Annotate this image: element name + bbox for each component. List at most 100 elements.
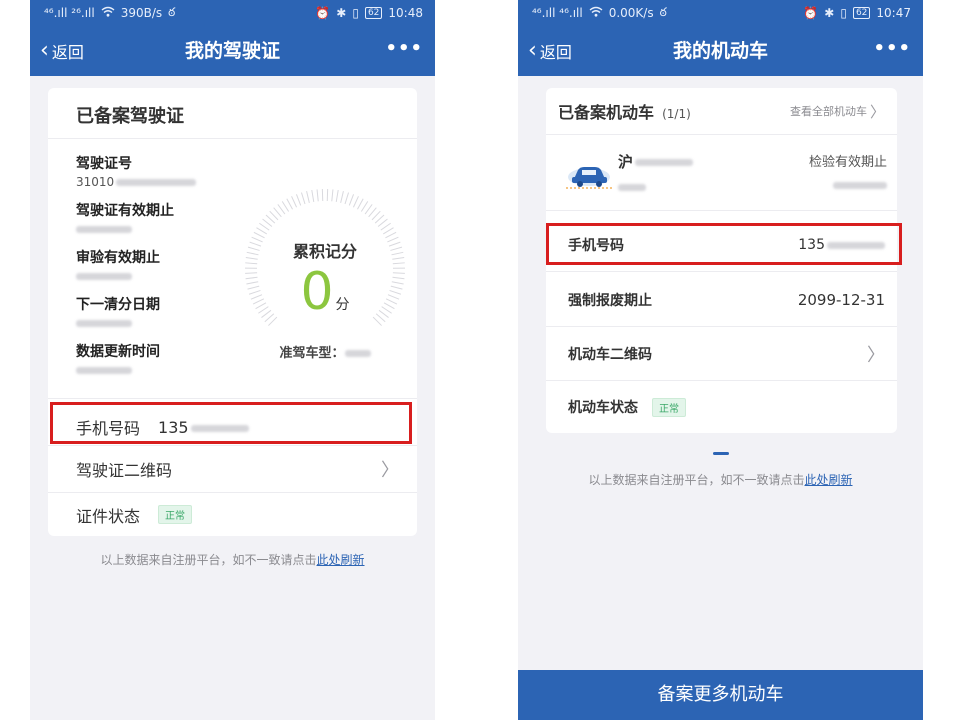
vehicle-item[interactable]: 沪 检验有效期止 <box>546 135 897 209</box>
vehicle-type: 准驾车型： <box>240 342 410 361</box>
phone-number-row[interactable]: 手机号码 135 <box>546 221 897 269</box>
battery-icon: 62 <box>364 7 383 19</box>
gauge-tick <box>256 227 268 235</box>
points-value: 0 <box>300 262 334 322</box>
view-all-vehicles-link[interactable]: 查看全部机动车〉 <box>790 101 885 122</box>
points-display: 0分 <box>240 260 410 324</box>
gauge-tick <box>300 192 306 205</box>
scrap-deadline-label: 强制报废期止 <box>568 293 652 309</box>
gauge-tick <box>331 189 334 202</box>
vehicle-status-label: 机动车状态 <box>568 400 638 416</box>
signal-icon: ⁴⁶.ıll ²⁶.ıll <box>44 6 95 20</box>
phone-number-value: 135 <box>158 418 249 437</box>
register-more-vehicles-button[interactable]: 备案更多机动车 <box>518 670 923 720</box>
back-button[interactable]: ‹ 返回 <box>528 26 572 76</box>
gauge-tick <box>340 191 344 203</box>
chevron-right-icon: 〉 <box>869 102 885 121</box>
gauge-tick <box>371 210 381 221</box>
gauge-tick <box>262 218 273 227</box>
divider <box>48 138 417 139</box>
bluetooth-icon: ✱ <box>824 6 835 20</box>
page-title: 我的驾驶证 <box>184 40 280 62</box>
nav-bar: ‹ 返回 我的驾驶证 ••• <box>30 26 435 76</box>
vehicle-card: 已备案机动车 (1/1) 查看全部机动车〉 沪 检验有效期止 手机号码 135 … <box>546 88 897 433</box>
refresh-link[interactable]: 此处刷新 <box>317 553 365 567</box>
page-indicator <box>713 452 729 455</box>
chevron-right-icon: 〉 <box>867 344 885 366</box>
gauge-tick <box>380 222 391 231</box>
vehicle-model <box>618 177 646 196</box>
points-unit: 分 <box>335 297 350 313</box>
license-expiry-label: 驾驶证有效期止 <box>76 203 174 219</box>
scrap-deadline-row: 强制报废期止 2099-12-31 <box>546 274 897 326</box>
status-bar: ⁴⁶.ıll ⁴⁶.ıll 0.00K/s ఠ ⏰ ✱ ▯ 62 10:47 <box>518 0 923 26</box>
gauge-tick <box>311 190 315 203</box>
phone-screen-vehicles: ⁴⁶.ıll ⁴⁶.ıll 0.00K/s ఠ ⏰ ✱ ▯ 62 10:47 ‹… <box>518 0 923 720</box>
points-label: 累积记分 <box>292 242 357 261</box>
vehicle-qr-label: 机动车二维码 <box>568 346 652 363</box>
gauge-tick <box>360 201 369 212</box>
status-bar: ⁴⁶.ıll ²⁶.ıll 390B/s ఠ ⏰ ✱ ▯ 62 10:48 <box>30 0 435 26</box>
phone-number-label: 手机号码 <box>76 419 141 438</box>
divider <box>48 398 417 399</box>
wifi-icon <box>101 6 115 20</box>
gauge-tick <box>316 189 319 202</box>
chevron-left-icon: ‹ <box>528 38 537 63</box>
status-badge: 正常 <box>158 505 193 524</box>
card-title: 已备案机动车 (1/1) <box>558 103 691 122</box>
data-source-note: 以上数据来自注册平台，如不一致请点击此处刷新 <box>588 473 853 487</box>
notification-icon: ఠ <box>168 4 176 19</box>
signal-icon: ⁴⁶.ıll ⁴⁶.ıll <box>532 6 583 20</box>
vehicle-count: (1/1) <box>662 107 691 121</box>
bluetooth-icon: ✱ <box>336 6 347 20</box>
network-speed: 390B/s <box>120 6 163 20</box>
gauge-tick <box>368 207 377 218</box>
chevron-right-icon: 〉 <box>381 460 399 481</box>
vehicle-qr-row[interactable]: 机动车二维码 〉 <box>546 327 897 380</box>
gauge-tick <box>364 204 373 215</box>
data-update-time-value <box>76 363 132 377</box>
battery-icon: 62 <box>852 7 871 19</box>
vibrate-icon: ▯ <box>840 6 847 20</box>
next-clear-date-value <box>76 316 132 330</box>
gauge-tick <box>352 196 359 208</box>
network-speed: 0.00K/s <box>608 6 654 20</box>
review-expiry-value <box>76 269 132 283</box>
license-qr-row[interactable]: 驾驶证二维码 〉 <box>48 446 417 492</box>
nav-bar: ‹ 返回 我的机动车 ••• <box>518 26 923 76</box>
card-title: 已备案驾驶证 <box>76 106 184 127</box>
wifi-icon <box>589 6 603 20</box>
back-button[interactable]: ‹ 返回 <box>40 26 84 76</box>
divider <box>546 271 897 272</box>
card-header: 已备案机动车 (1/1) 查看全部机动车〉 <box>546 88 897 134</box>
scrap-deadline-value: 2099-12-31 <box>797 291 885 309</box>
gauge-tick <box>295 194 302 206</box>
gauge-tick <box>377 218 388 227</box>
review-expiry-label: 审验有效期止 <box>76 250 160 266</box>
license-card: 已备案驾驶证 驾驶证号 31010 驾驶证有效期止 审验有效期止 下一清分日期 … <box>48 88 417 536</box>
vibrate-icon: ▯ <box>352 6 359 20</box>
gauge-tick <box>286 198 293 210</box>
data-update-time-label: 数据更新时间 <box>76 344 160 360</box>
gauge-tick <box>281 201 290 212</box>
vehicle-type-label: 准驾车型： <box>279 346 345 361</box>
next-clear-date-label: 下一清分日期 <box>76 297 160 313</box>
gauge-tick <box>348 194 355 206</box>
gauge-tick <box>344 192 350 205</box>
phone-number-row[interactable]: 手机号码 135 <box>48 404 417 450</box>
alarm-icon: ⏰ <box>803 6 819 20</box>
inspection-expiry-value <box>833 175 887 194</box>
phone-screen-driving-license: ⁴⁶.ıll ²⁶.ıll 390B/s ఠ ⏰ ✱ ▯ 62 10:48 ‹ … <box>30 0 435 720</box>
gauge-tick <box>277 204 286 215</box>
more-menu-button[interactable]: ••• <box>385 26 423 76</box>
license-number-label: 驾驶证号 <box>76 156 132 172</box>
refresh-link[interactable]: 此处刷新 <box>805 473 853 487</box>
back-label: 返回 <box>51 43 84 62</box>
gauge-tick <box>265 214 276 224</box>
more-menu-button[interactable]: ••• <box>873 26 911 76</box>
phone-number-value: 135 <box>798 237 885 253</box>
clock: 10:48 <box>388 6 423 20</box>
gauge-tick <box>382 227 394 235</box>
gauge-tick <box>335 190 339 203</box>
data-source-note: 以上数据来自注册平台，如不一致请点击此处刷新 <box>100 553 365 567</box>
